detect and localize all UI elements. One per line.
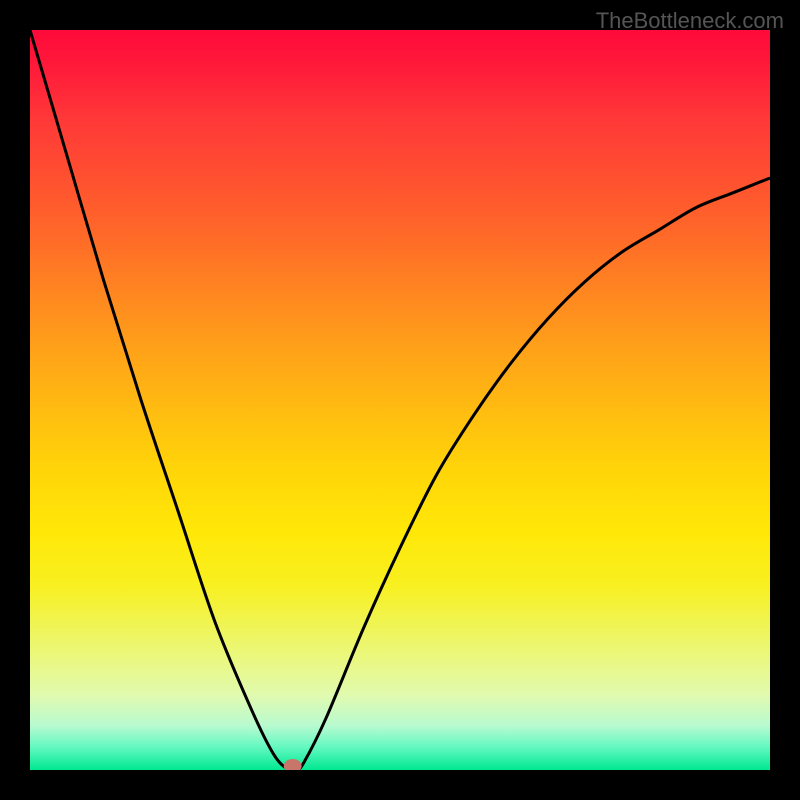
bottleneck-curve — [30, 30, 770, 770]
minimum-marker — [284, 759, 302, 770]
watermark-text: TheBottleneck.com — [596, 8, 784, 34]
chart-plot-area — [30, 30, 770, 770]
curve-svg — [30, 30, 770, 770]
